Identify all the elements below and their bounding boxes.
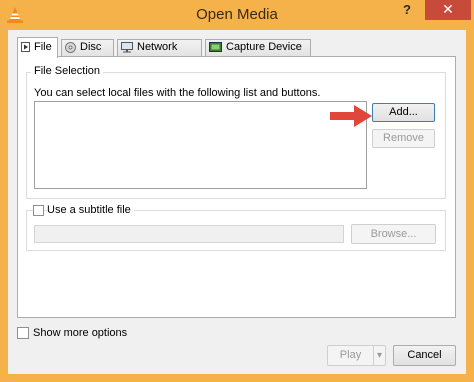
subtitle-path-field[interactable] [34,225,344,243]
use-subtitle-label: Use a subtitle file [47,204,134,216]
tab-capture-device-label: Capture Device [226,41,302,53]
browse-button[interactable]: Browse... [351,224,436,244]
tab-file[interactable]: File [17,37,58,58]
title-bar[interactable]: Open Media ? ✕ [0,0,474,30]
play-dropdown-button[interactable]: ▾ [373,345,386,366]
file-selection-title: File Selection [31,65,104,77]
tab-file-label: File [34,41,52,53]
tab-network[interactable]: Network [117,39,202,56]
disc-icon [65,41,76,53]
file-icon [21,42,30,53]
close-button[interactable]: ✕ [425,0,471,20]
cancel-button[interactable]: Cancel [393,345,456,366]
tab-disc[interactable]: Disc [61,39,114,56]
show-more-options-label: Show more options [33,327,128,339]
play-button[interactable]: Play [327,345,373,366]
file-selection-hint: You can select local files with the foll… [34,87,321,99]
open-media-window: Open Media ? ✕ File Disc Network Capture… [0,0,474,382]
capture-device-icon [209,42,222,53]
tab-network-label: Network [137,41,178,53]
help-button[interactable]: ? [394,0,420,20]
file-list[interactable] [34,101,367,189]
use-subtitle-checkbox[interactable] [33,205,44,216]
tab-capture-device[interactable]: Capture Device [205,39,311,56]
add-button[interactable]: Add... [372,103,435,122]
chevron-down-icon: ▾ [376,350,383,361]
remove-button[interactable]: Remove [372,129,435,148]
show-more-options-checkbox[interactable] [17,327,29,339]
network-icon [121,41,133,53]
tab-disc-label: Disc [80,41,102,53]
annotation-arrow-icon [330,105,372,127]
